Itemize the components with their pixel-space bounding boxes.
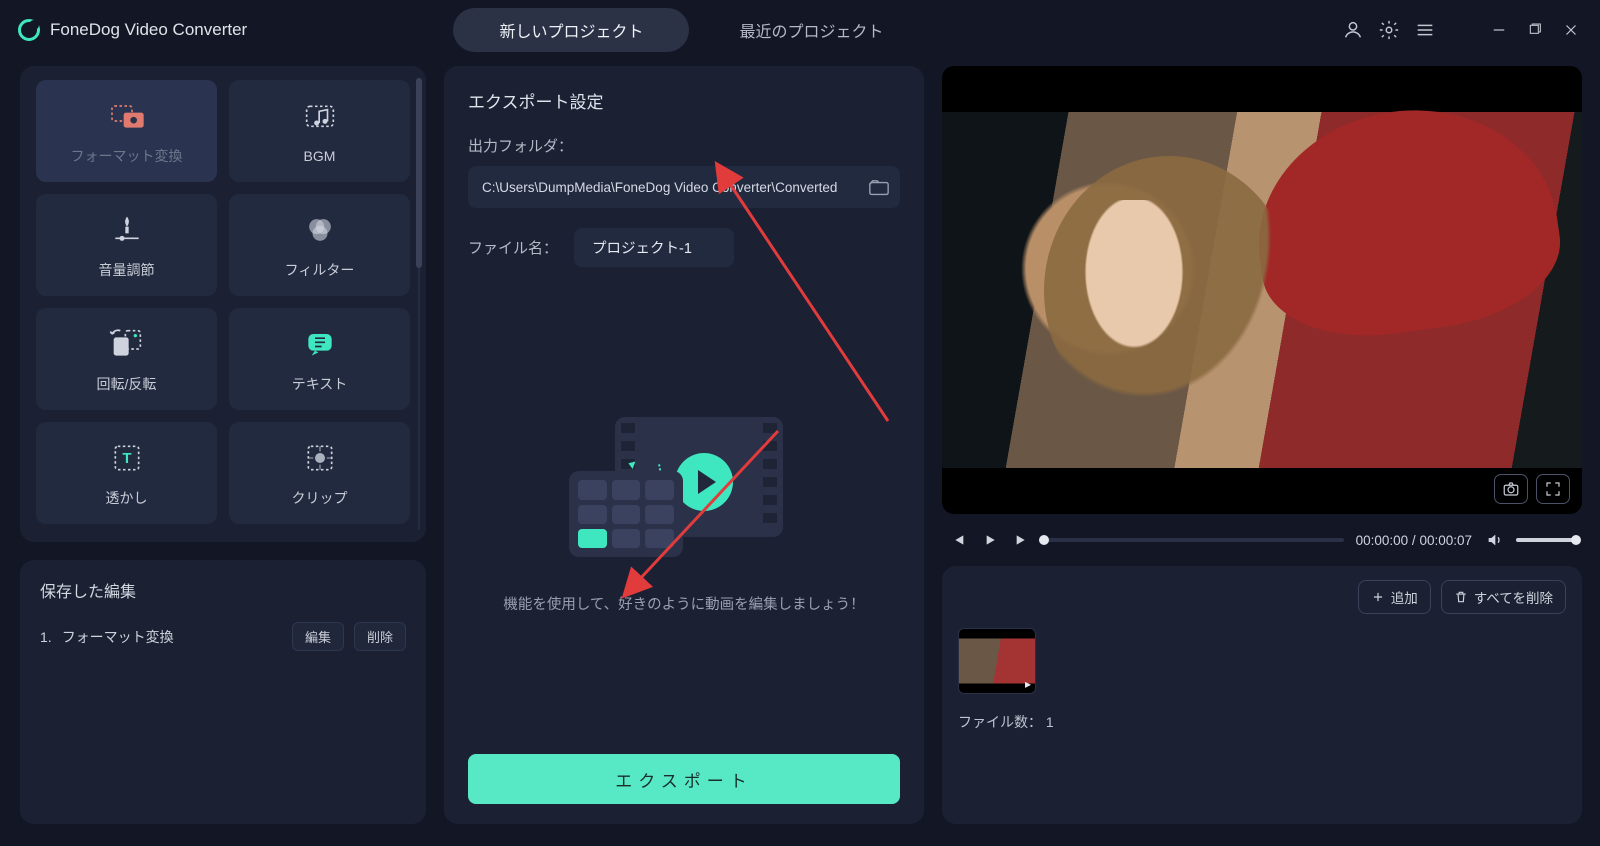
saved-edit-index: 1. [40,629,52,645]
tool-watermark[interactable]: T 透かし [36,422,217,524]
tool-bgm[interactable]: BGM [229,80,410,182]
tool-text[interactable]: テキスト [229,308,410,410]
app-logo-icon [18,19,40,41]
output-folder-field[interactable]: C:\Users\DumpMedia\FoneDog Video Convert… [468,166,900,208]
watermark-icon: T [107,438,147,478]
filter-icon [300,210,340,250]
saved-edit-edit-button[interactable]: 編集 [292,622,344,651]
filename-input[interactable]: プロジェクト-1 [574,228,734,267]
tool-rotate-flip[interactable]: 回転/反転 [36,308,217,410]
editor-illustration [569,417,799,567]
tool-clip[interactable]: クリップ [229,422,410,524]
saved-edit-row: 1. フォーマット変換 編集 削除 [40,622,406,651]
snapshot-button[interactable] [1494,474,1528,504]
account-icon[interactable] [1342,19,1364,41]
play-button[interactable] [980,530,1000,550]
tool-label: テキスト [292,374,348,394]
tool-format-convert[interactable]: フォーマット変換 [36,80,217,182]
saved-edits-panel: 保存した編集 1. フォーマット変換 編集 削除 [20,560,426,824]
playlist-item[interactable] [958,628,1036,694]
export-heading: エクスポート設定 [468,88,900,113]
window-minimize-button[interactable] [1488,19,1510,41]
filename-label: ファイル名： [468,237,558,258]
tool-filter[interactable]: フィルター [229,194,410,296]
window-maximize-button[interactable] [1524,19,1546,41]
tool-label: BGM [304,148,336,164]
saved-edits-title: 保存した編集 [40,578,406,602]
tools-scrollbar[interactable] [416,78,422,530]
tool-label: フォーマット変換 [71,146,183,166]
volume-icon [107,210,147,250]
prev-button[interactable] [948,530,968,550]
volume-icon[interactable] [1484,530,1504,550]
titlebar: FoneDog Video Converter 新しいプロジェクト 最近のプロジ… [0,0,1600,60]
tools-panel: フォーマット変換 BGM 音量調節 フィルター [20,66,426,542]
tool-label: 音量調節 [99,260,155,280]
file-count: ファイル数： 1 [958,712,1566,732]
saved-edit-name: フォーマット変換 [62,627,282,647]
export-panel: エクスポート設定 出力フォルダ： C:\Users\DumpMedia\Fone… [444,66,924,824]
rotate-icon [107,324,147,364]
clip-thumbnail [958,628,1036,694]
volume-slider[interactable] [1516,538,1576,542]
clear-all-button[interactable]: すべてを削除 [1441,580,1566,614]
fullscreen-button[interactable] [1536,474,1570,504]
playlist-panel: 追加 すべてを削除 ファイル数： 1 [942,566,1582,824]
menu-icon[interactable] [1414,19,1436,41]
tool-label: フィルター [285,260,355,280]
app-title: FoneDog Video Converter [50,20,247,40]
format-convert-icon [107,96,147,136]
tab-recent-projects[interactable]: 最近のプロジェクト [693,8,929,52]
text-icon [300,324,340,364]
tool-label: クリップ [292,488,348,508]
window-close-button[interactable] [1560,19,1582,41]
settings-icon[interactable] [1378,19,1400,41]
annotation-arrow [708,171,908,436]
app-brand: FoneDog Video Converter [18,19,247,41]
tool-volume[interactable]: 音量調節 [36,194,217,296]
saved-edit-delete-button[interactable]: 削除 [354,622,406,651]
time-display: 00:00:00 / 00:00:07 [1356,533,1472,548]
video-preview [942,66,1582,514]
bgm-icon [300,98,340,138]
export-hint-text: 機能を使用して、好きのように動画を編集しましょう！ [503,593,864,618]
player-controls: 00:00:00 / 00:00:07 [942,530,1582,550]
clip-icon [300,438,340,478]
tool-label: 回転/反転 [97,374,157,394]
next-button[interactable] [1012,530,1032,550]
tab-new-project[interactable]: 新しいプロジェクト [453,8,689,52]
export-button[interactable]: エクスポート [468,754,900,804]
output-folder-path: C:\Users\DumpMedia\FoneDog Video Convert… [482,180,837,195]
tool-label: 透かし [106,488,148,508]
svg-text:T: T [122,450,131,467]
browse-folder-icon[interactable] [868,178,890,196]
project-tabs: 新しいプロジェクト 最近のプロジェクト [453,8,929,52]
add-file-button[interactable]: 追加 [1358,580,1431,614]
seek-bar[interactable] [1044,538,1344,542]
output-folder-label: 出力フォルダ： [468,135,900,156]
